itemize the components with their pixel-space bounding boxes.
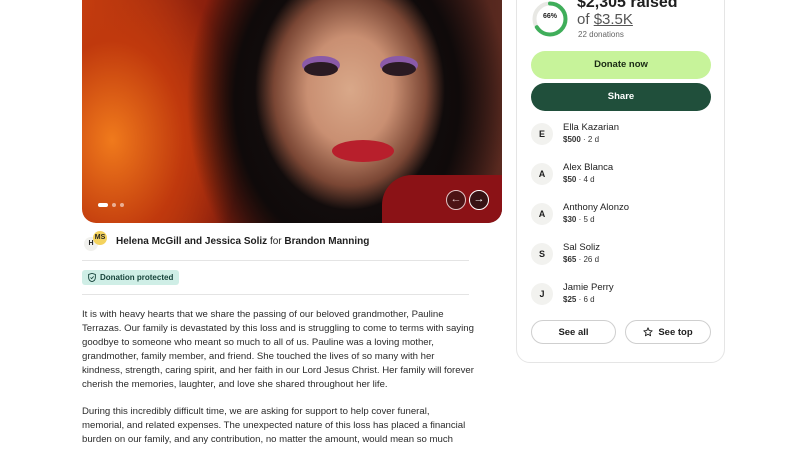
carousel-indicator[interactable] <box>98 203 124 207</box>
donor-name: Sal Soliz <box>563 242 600 253</box>
donor-meta: $30 · 5 d <box>563 214 629 225</box>
donor-time: 26 d <box>583 255 600 264</box>
donate-now-button[interactable]: Donate now <box>531 51 711 79</box>
carousel-prev-button[interactable]: ← <box>446 190 466 210</box>
donation-protected-badge[interactable]: Donation protected <box>82 270 180 285</box>
carousel-dot[interactable] <box>112 203 116 207</box>
badge-label: Donation protected <box>100 273 174 282</box>
see-all-label: See all <box>558 326 589 338</box>
donor-time: 2 d <box>587 135 600 144</box>
donor-amount: $25 <box>563 295 577 304</box>
goal-line: of $3.5K <box>577 11 633 28</box>
goal-prefix: of <box>577 11 590 28</box>
donor-meta: $500 · 2 d <box>563 134 619 145</box>
progress-percent: 66% <box>542 13 557 20</box>
donor-time: 4 d <box>583 175 595 184</box>
donor-item: A Anthony Alonzo $30 · 5 d <box>531 202 629 225</box>
share-button[interactable]: Share <box>531 83 711 111</box>
donor-amount: $65 <box>563 255 577 264</box>
donor-amount: $30 <box>563 215 577 224</box>
donation-count: 22 donations <box>578 30 624 39</box>
donor-avatar: S <box>531 242 553 265</box>
donor-time: 6 d <box>583 295 595 304</box>
donor-meta: $50 · 4 d <box>563 174 613 185</box>
donor-amount: $500 <box>563 135 581 144</box>
donor-item: J Jamie Perry $25 · 6 d <box>531 282 614 305</box>
carousel-dot[interactable] <box>98 203 108 207</box>
photo-detail <box>382 62 416 76</box>
divider <box>82 260 469 261</box>
donor-avatar: E <box>531 122 553 145</box>
photo-detail <box>304 62 338 76</box>
carousel-next-button[interactable]: → <box>469 190 489 210</box>
photo-detail <box>332 140 394 162</box>
donor-item: E Ella Kazarian $500 · 2 d <box>531 122 619 145</box>
donor-item: S Sal Soliz $65 · 26 d <box>531 242 600 265</box>
divider <box>82 294 469 295</box>
goal-amount: $3.5K <box>593 11 633 28</box>
donor-avatar: A <box>531 202 553 225</box>
donor-avatar: A <box>531 162 553 185</box>
story-paragraph: It is with heavy hearts that we share th… <box>82 309 474 390</box>
organizer-names[interactable]: Helena McGill and Jessica Soliz <box>116 236 267 247</box>
donor-avatar: J <box>531 282 553 305</box>
see-all-button[interactable]: See all <box>531 320 616 344</box>
campaign-photo <box>82 0 502 223</box>
donor-meta: $65 · 26 d <box>563 254 600 265</box>
avatar: MS <box>93 231 107 245</box>
donor-meta: $25 · 6 d <box>563 294 614 305</box>
donor-name: Ella Kazarian <box>563 122 619 133</box>
donor-name: Anthony Alonzo <box>563 202 630 213</box>
beneficiary-name[interactable]: Brandon Manning <box>284 236 369 247</box>
organizer-line: H MS Helena McGill and Jessica Soliz for… <box>84 231 369 251</box>
donor-separator: · <box>580 135 588 144</box>
donor-time: 5 d <box>583 215 595 224</box>
see-top-label: See top <box>658 326 693 338</box>
shield-icon <box>88 273 96 282</box>
story-paragraph: During this incredibly difficult time, w… <box>82 406 466 445</box>
star-icon <box>643 327 653 337</box>
organizer-avatars: H MS <box>84 231 108 251</box>
donor-amount: $50 <box>563 175 577 184</box>
carousel-dot[interactable] <box>120 203 124 207</box>
donor-name: Jamie Perry <box>563 282 614 293</box>
arrow-left-icon: ← <box>450 193 462 205</box>
see-top-button[interactable]: See top <box>625 320 711 344</box>
donor-name: Alex Blanca <box>563 162 614 173</box>
donor-item: A Alex Blanca $50 · 4 d <box>531 162 613 185</box>
arrow-right-icon: → <box>473 193 485 205</box>
organizer-connector: for <box>269 235 282 247</box>
